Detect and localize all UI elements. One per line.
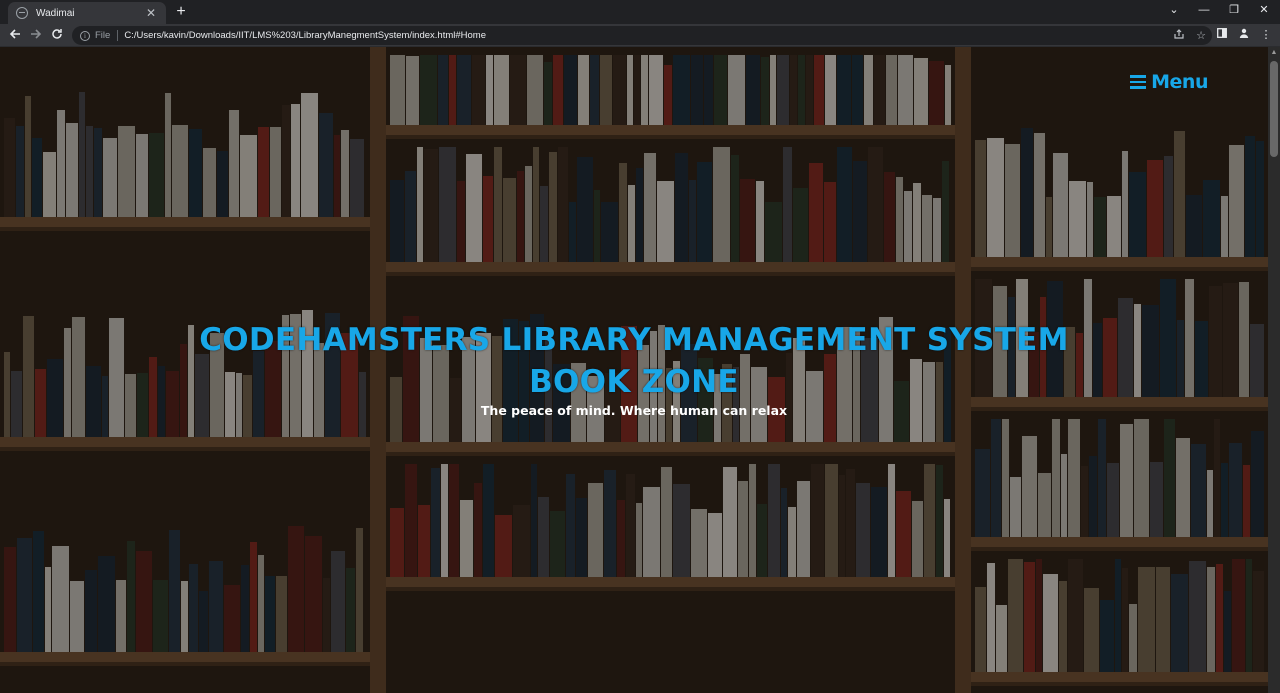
tab-close-icon[interactable]: ✕ xyxy=(144,6,158,20)
new-tab-button[interactable]: + xyxy=(172,2,190,22)
share-icon[interactable] xyxy=(1168,29,1190,42)
hero-title-line2: BOOK ZONE xyxy=(529,364,739,400)
hero-title-line1: CODEHAMSTERS LIBRARY MANAGEMENT SYSTEM xyxy=(199,322,1069,358)
minimize-button[interactable]: — xyxy=(1189,0,1219,22)
info-icon[interactable]: i xyxy=(80,30,90,41)
restore-button[interactable]: ❐ xyxy=(1219,0,1249,22)
more-icon[interactable]: ⋮ xyxy=(1256,26,1276,45)
scheme-label: File xyxy=(95,30,119,41)
hero-section: CODEHAMSTERS LIBRARY MANAGEMENT SYSTEM B… xyxy=(0,319,1268,418)
scroll-thumb[interactable] xyxy=(1270,61,1278,157)
profile-icon[interactable] xyxy=(1234,26,1254,45)
menu-button[interactable]: Menu xyxy=(1130,71,1208,93)
star-icon[interactable]: ☆ xyxy=(1190,29,1212,42)
tab-title: Wadimai xyxy=(36,7,75,19)
address-bar[interactable]: i File C:/Users/kavin/Downloads/IIT/LMS%… xyxy=(72,26,1212,45)
hero-tagline: The peace of mind. Where human can relax xyxy=(480,403,788,418)
menu-label: Menu xyxy=(1151,71,1208,93)
tab-strip: Wadimai ✕ + ⌄ — ❐ ✕ xyxy=(0,0,1280,24)
tab-search-icon[interactable]: ⌄ xyxy=(1159,0,1189,22)
page-scrollbar[interactable]: ▲ xyxy=(1268,47,1280,693)
page-viewport: Menu CODEHAMSTERS LIBRARY MANAGEMENT SYS… xyxy=(0,47,1268,693)
url-text[interactable]: C:/Users/kavin/Downloads/IIT/LMS%203/Lib… xyxy=(124,30,1168,41)
hamburger-icon xyxy=(1130,75,1147,89)
sidepanel-icon[interactable] xyxy=(1212,26,1232,45)
browser-tab[interactable]: Wadimai ✕ xyxy=(8,2,166,24)
browser-toolbar: i File C:/Users/kavin/Downloads/IIT/LMS%… xyxy=(0,24,1280,47)
globe-icon xyxy=(16,7,28,19)
reload-icon[interactable] xyxy=(47,26,67,45)
back-icon[interactable] xyxy=(5,26,25,45)
close-window-button[interactable]: ✕ xyxy=(1249,0,1279,22)
forward-icon[interactable] xyxy=(26,26,46,45)
scroll-up-icon[interactable]: ▲ xyxy=(1268,47,1280,59)
